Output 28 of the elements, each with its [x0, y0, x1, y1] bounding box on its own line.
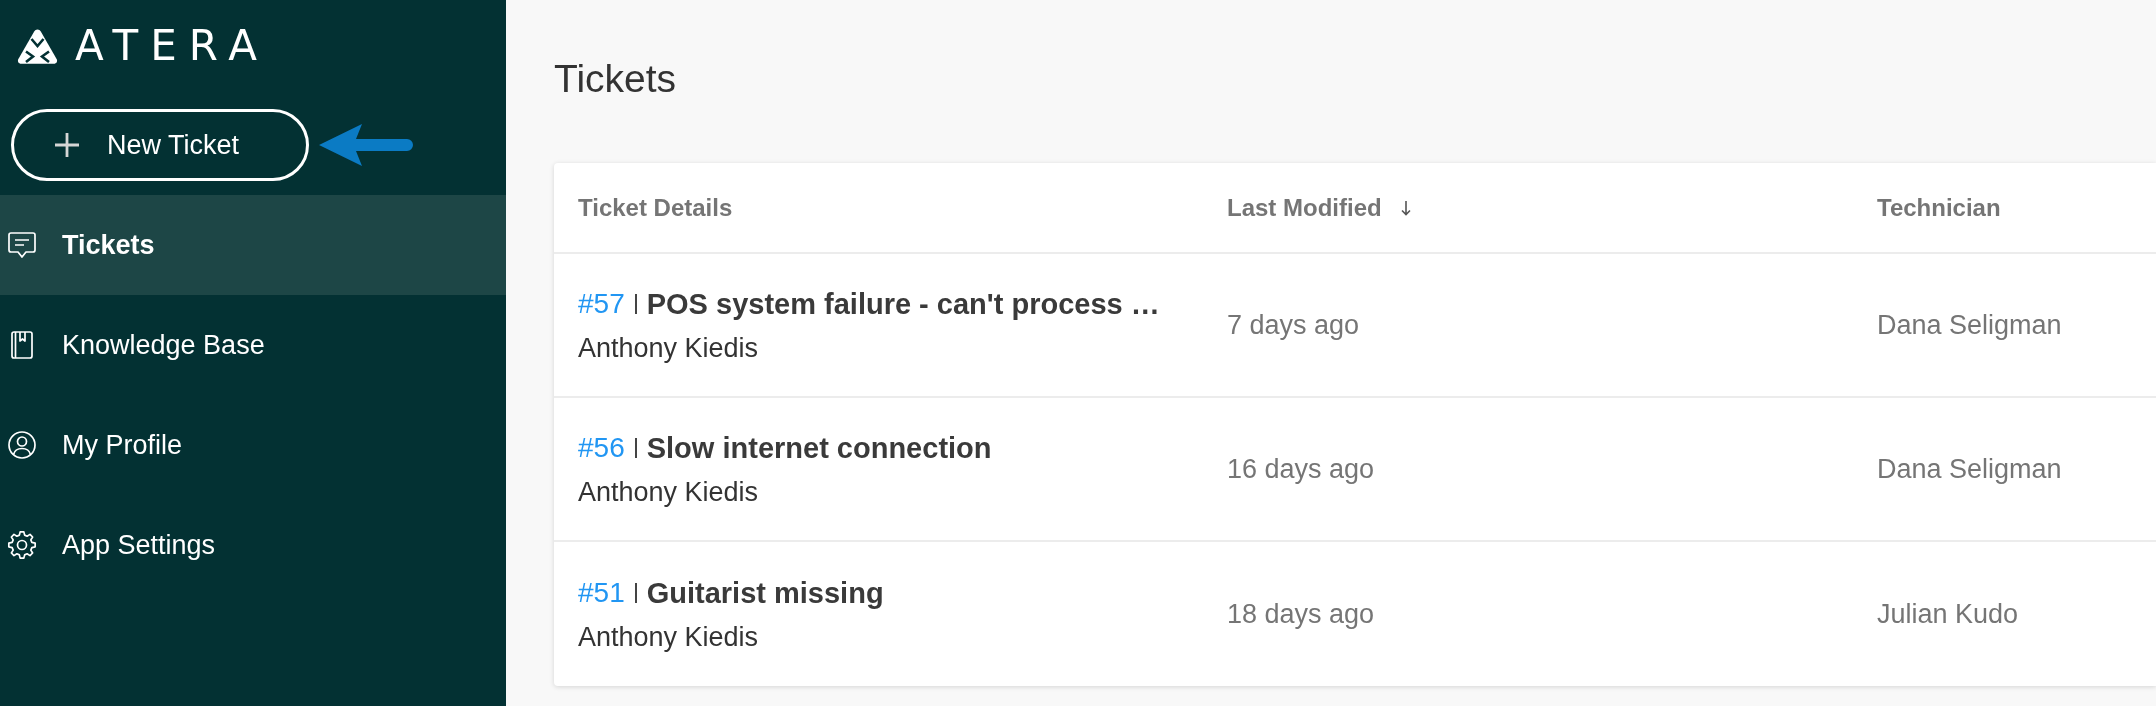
plus-icon [54, 132, 80, 158]
sidebar-item[interactable]: Knowledge Base [0, 295, 506, 395]
requester-name: Anthony Kiedis [578, 332, 759, 364]
last-modified-cell: 7 days ago [1227, 309, 1360, 341]
last-modified-cell: 18 days ago [1227, 598, 1375, 630]
column-header[interactable]: Technician [1877, 193, 2001, 222]
column-header[interactable]: Last Modified [1227, 193, 1382, 222]
ticket-title[interactable]: Slow internet connection [646, 430, 992, 465]
sidebar-item[interactable]: App Settings [0, 495, 506, 595]
new-ticket-button[interactable]: New Ticket [11, 109, 309, 181]
technician-cell: Dana Seligman [1877, 453, 2062, 485]
ticket-title[interactable]: POS system failure - can't process … [646, 286, 1160, 321]
logo-icon [17, 27, 58, 65]
requester-name: Anthony Kiedis [578, 476, 759, 508]
last-modified-cell: 16 days ago [1227, 453, 1375, 485]
sidebar-item[interactable]: Tickets [0, 195, 506, 295]
user-icon [7, 430, 37, 460]
sidebar-item[interactable]: My Profile [0, 395, 506, 495]
technician-cell: Julian Kudo [1877, 598, 2019, 630]
requester-name: Anthony Kiedis [578, 621, 759, 653]
sort-arrow-icon[interactable] [1399, 199, 1412, 216]
ticket-title[interactable]: Guitarist missing [646, 575, 884, 610]
column-header[interactable]: Ticket Details [578, 193, 733, 222]
page-title: Tickets [554, 59, 677, 98]
technician-cell: Dana Seligman [1877, 309, 2062, 341]
settings-icon [7, 530, 37, 560]
chat-bubble-icon [7, 230, 37, 260]
logo-wordmark: ATERA [75, 25, 269, 67]
